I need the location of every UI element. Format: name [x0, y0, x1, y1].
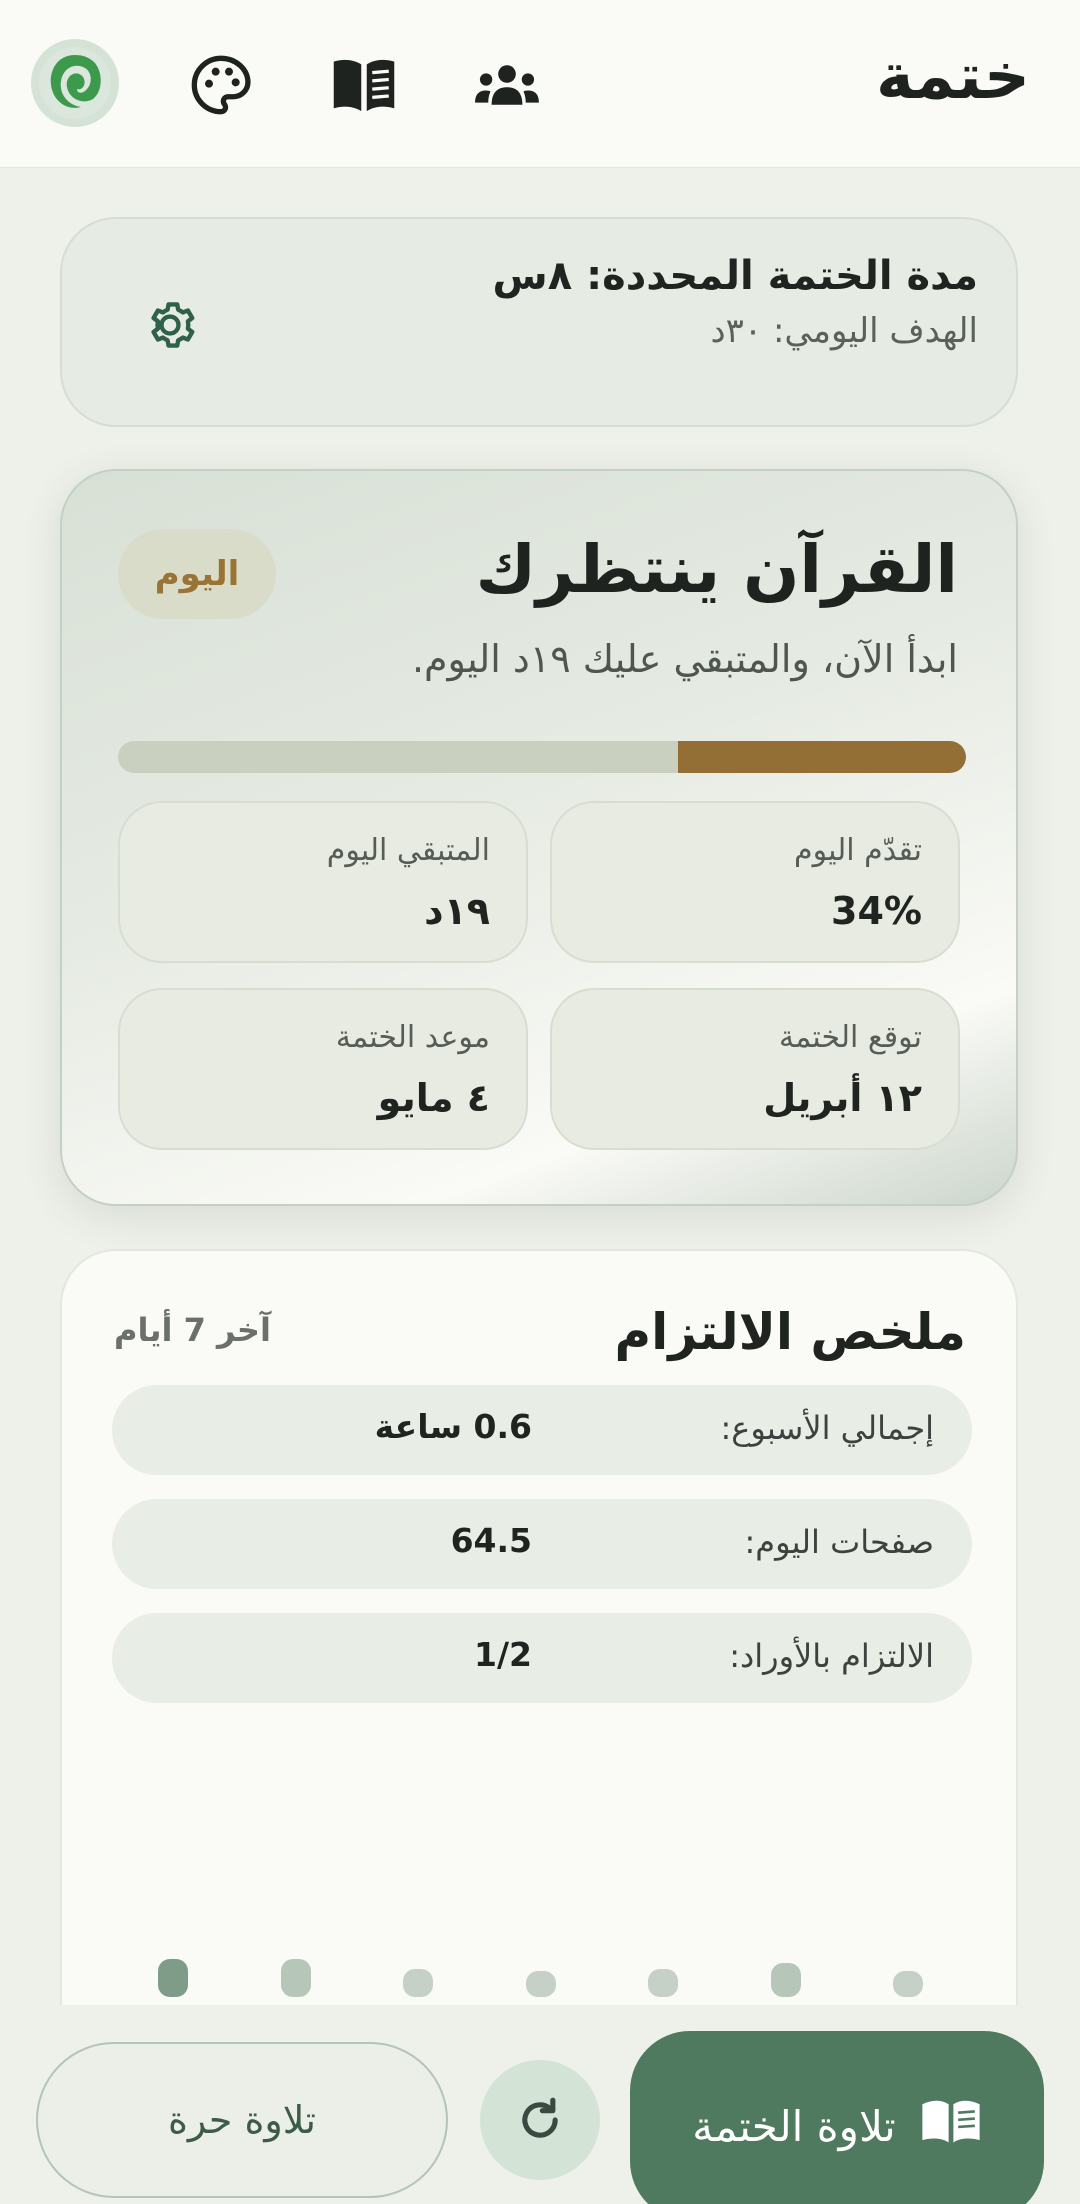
- stat-label: تقدّم اليوم: [794, 833, 922, 868]
- summary-row-label: صفحات اليوم:: [744, 1523, 934, 1561]
- khatma-recitation-label: تلاوة الختمة: [692, 2101, 896, 2151]
- summary-row-value: 0.6 ساعة: [374, 1407, 532, 1446]
- stat-remaining-today: المتبقي اليوم ١٩د: [118, 801, 528, 963]
- stat-value: ١٢ أبريل: [763, 1076, 922, 1120]
- hero-title: القرآن ينتظرك: [475, 531, 958, 608]
- summary-row-week-total: إجمالي الأسبوع: 0.6 ساعة: [112, 1385, 972, 1475]
- summary-row-pages-today: صفحات اليوم: 64.5: [112, 1499, 972, 1589]
- daily-progress-fill: [677, 741, 966, 773]
- app-logo[interactable]: [31, 39, 119, 127]
- goal-duration: مدة الختمة المحددة: ٨س: [492, 253, 978, 299]
- bottom-action-bar: تلاوة حرة تلاوة الختمة: [0, 2005, 1080, 2204]
- summary-row-value: 1/2: [474, 1635, 532, 1674]
- stat-value: ١٩د: [424, 889, 490, 933]
- stat-expected-khatma: توقع الختمة ١٢ أبريل: [550, 988, 960, 1150]
- stat-khatma-deadline: موعد الختمة ٤ مايو: [118, 988, 528, 1150]
- top-bar: ختمة: [0, 0, 1080, 168]
- refresh-button[interactable]: [480, 2060, 600, 2180]
- summary-range: آخر 7 أيام: [114, 1311, 271, 1349]
- stat-label: توقع الختمة: [778, 1020, 922, 1055]
- today-progress-card: القرآن ينتظرك اليوم ابدأ الآن، والمتبقي …: [60, 469, 1018, 1206]
- khatma-recitation-button[interactable]: تلاوة الختمة: [630, 2031, 1044, 2204]
- summary-row-wird-commitment: الالتزام بالأوراد: 1/2: [112, 1613, 972, 1703]
- day-bar: [403, 1969, 433, 1997]
- summary-title: ملخص الالتزام: [614, 1303, 966, 1361]
- today-badge: اليوم: [118, 529, 276, 619]
- stat-label: موعد الختمة: [335, 1020, 490, 1055]
- group-icon[interactable]: [474, 52, 540, 118]
- summary-row-value: 64.5: [450, 1521, 532, 1560]
- day-bar: [158, 1959, 188, 1997]
- stat-value: ٤ مايو: [377, 1076, 490, 1120]
- day-bar: [771, 1963, 801, 1997]
- day-bar: [648, 1969, 678, 1997]
- day-bar: [526, 1971, 556, 1997]
- gear-icon[interactable]: [140, 295, 200, 355]
- refresh-icon: [522, 2097, 558, 2138]
- day-bar: [281, 1959, 311, 1997]
- daily-progress-bar: [118, 741, 966, 773]
- stat-label: المتبقي اليوم: [326, 833, 490, 868]
- summary-row-label: الالتزام بالأوراد:: [729, 1637, 934, 1675]
- app-title: ختمة: [876, 40, 1030, 114]
- free-recitation-button[interactable]: تلاوة حرة: [36, 2042, 448, 2198]
- hero-subtitle: ابدأ الآن، والمتبقي عليك ١٩د اليوم.: [411, 637, 958, 681]
- stat-today-progress: تقدّم اليوم 34%: [550, 801, 960, 963]
- summary-row-label: إجمالي الأسبوع:: [720, 1409, 934, 1447]
- goal-card: مدة الختمة المحددة: ٨س الهدف اليومي: ٣٠د: [60, 217, 1018, 427]
- palette-icon[interactable]: [188, 52, 254, 118]
- stat-value: 34%: [831, 889, 922, 933]
- book-icon[interactable]: [331, 52, 397, 118]
- day-bar: [893, 1971, 923, 1997]
- open-book-icon: [920, 2097, 982, 2155]
- daily-target: الهدف اليومي: ٣٠د: [710, 311, 979, 351]
